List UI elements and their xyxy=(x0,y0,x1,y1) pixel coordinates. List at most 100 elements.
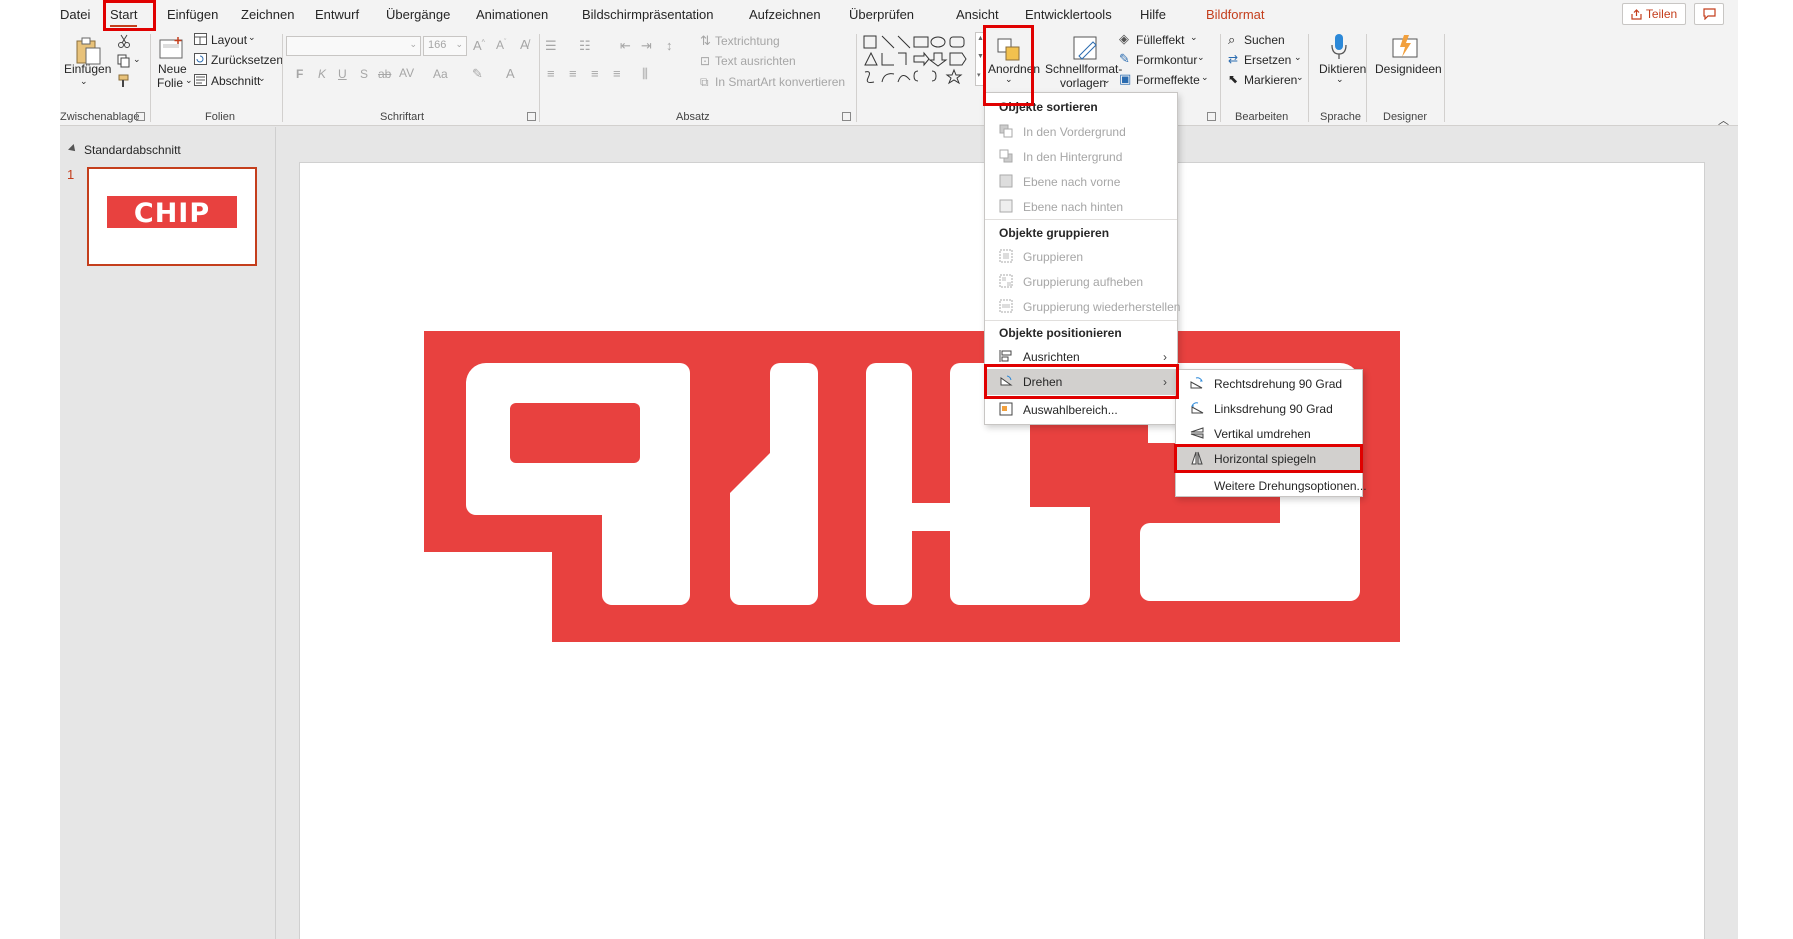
reset-button[interactable]: Zurücksetzen xyxy=(211,53,283,67)
section-button[interactable]: Abschnitt xyxy=(211,74,260,88)
copy-icon[interactable] xyxy=(117,54,131,68)
tab-start[interactable]: Start xyxy=(110,7,138,27)
layout-icon[interactable] xyxy=(194,33,207,45)
tab-bildschirmpraesentation[interactable]: Bildschirmpräsentation xyxy=(582,7,714,22)
menu-item-rotate-left-90[interactable]: Linksdrehung 90 Grad xyxy=(1176,396,1362,422)
layout-chevron-icon[interactable]: ⌄ xyxy=(248,32,256,43)
paste-dropdown-chevron-icon[interactable]: ⌄ xyxy=(80,76,88,87)
font-launcher-icon[interactable] xyxy=(527,112,536,121)
tab-bildformat[interactable]: Bildformat xyxy=(1206,7,1265,22)
character-spacing-button[interactable]: AV xyxy=(399,66,414,80)
align-left-icon[interactable]: ≡ xyxy=(547,66,555,81)
tab-ansicht[interactable]: Ansicht xyxy=(956,7,999,22)
cut-icon[interactable] xyxy=(117,34,131,48)
section-collapse-icon[interactable] xyxy=(68,144,78,154)
tab-zeichnen[interactable]: Zeichnen xyxy=(241,7,294,22)
decrease-indent-icon[interactable]: ⇤ xyxy=(620,38,631,54)
justify-icon[interactable]: ≡ xyxy=(613,66,621,81)
shape-fill-chevron-icon[interactable]: ⌄ xyxy=(1190,32,1198,43)
underline-button[interactable]: U xyxy=(338,67,347,81)
drawing-launcher-icon[interactable] xyxy=(1207,112,1216,121)
change-case-button[interactable]: Aa xyxy=(433,67,448,81)
font-size-combo[interactable]: 166 ⌄ xyxy=(423,36,467,56)
menu-item-ungroup[interactable]: Gruppierung aufheben xyxy=(985,269,1177,295)
grow-font-icon[interactable]: A^ xyxy=(473,38,485,53)
convert-smartart-button[interactable]: In SmartArt konvertieren xyxy=(715,75,845,89)
scroll-up-icon[interactable]: ▲ xyxy=(977,35,984,42)
font-color-icon[interactable]: A xyxy=(506,66,515,81)
shrink-font-icon[interactable]: Aˇ xyxy=(496,38,506,52)
section-icon[interactable] xyxy=(194,74,207,86)
tab-entwurf[interactable]: Entwurf xyxy=(315,7,359,22)
menu-item-bring-to-front[interactable]: In den Vordergrund xyxy=(985,119,1177,145)
align-text-icon[interactable]: ⊡ xyxy=(700,54,710,68)
shape-effects-chevron-icon[interactable]: ⌄ xyxy=(1201,72,1209,83)
numbering-icon[interactable]: ☷ xyxy=(579,38,591,54)
reset-slide-icon[interactable] xyxy=(194,53,207,65)
shape-effects-icon[interactable]: ▣ xyxy=(1119,71,1131,87)
strikethrough-button[interactable]: ab xyxy=(378,67,391,81)
align-center-icon[interactable]: ≡ xyxy=(569,66,577,81)
align-right-icon[interactable]: ≡ xyxy=(591,66,599,81)
select-chevron-icon[interactable]: ⌄ xyxy=(1296,72,1304,83)
replace-chevron-icon[interactable]: ⌄ xyxy=(1294,52,1302,63)
align-text-button[interactable]: Text ausrichten xyxy=(715,54,796,68)
quick-styles-icon[interactable] xyxy=(1071,34,1101,64)
text-direction-icon[interactable]: ⇅ xyxy=(700,33,711,49)
menu-item-align[interactable]: Ausrichten › xyxy=(985,344,1177,370)
quick-styles-chevron-icon[interactable]: ⌄ xyxy=(1103,75,1111,86)
menu-item-send-backward[interactable]: Ebene nach hinten xyxy=(985,194,1177,220)
design-ideas-icon[interactable] xyxy=(1390,33,1420,61)
shapes-gallery[interactable] xyxy=(862,34,974,86)
microphone-icon[interactable] xyxy=(1330,33,1348,61)
menu-item-flip-horizontal[interactable]: Horizontal spiegeln xyxy=(1176,446,1362,472)
bold-button[interactable]: F xyxy=(296,67,303,81)
smartart-icon[interactable]: ⧉ xyxy=(700,75,709,90)
paste-button[interactable]: Einfügen xyxy=(64,62,111,76)
tab-uebergaenge[interactable]: Übergänge xyxy=(386,7,450,22)
shape-outline-icon[interactable]: ✎ xyxy=(1119,51,1130,67)
columns-icon[interactable]: ⫼ xyxy=(642,66,648,82)
select-button[interactable]: Markieren xyxy=(1244,73,1297,87)
menu-item-selection-pane[interactable]: Auswahlbereich... xyxy=(985,397,1177,423)
arrange-chevron-icon[interactable]: ⌄ xyxy=(1005,74,1013,85)
clipboard-launcher-icon[interactable] xyxy=(136,112,145,121)
new-slide-icon[interactable] xyxy=(158,36,186,62)
text-direction-button[interactable]: Textrichtung xyxy=(715,34,780,48)
shape-outline-button[interactable]: Formkontur xyxy=(1136,53,1197,67)
design-ideas-button[interactable]: Designideen xyxy=(1375,62,1442,76)
scroll-down-icon[interactable]: ▼ xyxy=(977,53,984,60)
menu-item-flip-vertical[interactable]: Vertikal umdrehen xyxy=(1176,421,1362,447)
tab-einfuegen[interactable]: Einfügen xyxy=(167,7,218,22)
quick-styles-button-line2[interactable]: vorlagen xyxy=(1060,76,1106,90)
section-chevron-icon[interactable]: ⌄ xyxy=(258,73,266,84)
dictate-chevron-icon[interactable]: ⌄ xyxy=(1336,74,1344,85)
menu-item-rotate-right-90[interactable]: Rechtsdrehung 90 Grad xyxy=(1176,371,1362,397)
highlight-color-icon[interactable]: ✎ xyxy=(472,66,483,82)
line-spacing-icon[interactable]: ↕ xyxy=(666,38,673,53)
menu-item-more-rotation-options[interactable]: Weitere Drehungsoptionen... xyxy=(1176,473,1367,499)
layout-button[interactable]: Layout xyxy=(211,33,247,47)
increase-indent-icon[interactable]: ⇥ xyxy=(641,38,652,54)
replace-button[interactable]: Ersetzen xyxy=(1244,53,1291,67)
select-icon[interactable]: ⬉ xyxy=(1228,72,1238,86)
menu-item-group[interactable]: Gruppieren xyxy=(985,244,1177,270)
format-painter-icon[interactable] xyxy=(117,74,131,88)
shape-fill-icon[interactable]: ◈ xyxy=(1119,31,1129,47)
shape-fill-button[interactable]: Fülleffekt xyxy=(1136,33,1184,47)
tab-datei[interactable]: Datei xyxy=(60,7,90,22)
tab-animationen[interactable]: Animationen xyxy=(476,7,548,22)
font-family-combo[interactable]: ⌄ xyxy=(286,36,421,56)
menu-item-rotate[interactable]: Drehen › xyxy=(985,369,1177,395)
quick-styles-button[interactable]: Schnellformat- xyxy=(1045,62,1122,76)
shape-outline-chevron-icon[interactable]: ⌄ xyxy=(1197,52,1205,63)
new-slide-button[interactable]: Neue xyxy=(158,62,187,76)
paragraph-launcher-icon[interactable] xyxy=(842,112,851,121)
arrange-icon[interactable] xyxy=(995,36,1023,64)
new-slide-chevron-icon[interactable]: ⌄ xyxy=(185,75,193,86)
replace-icon[interactable]: ⇄ xyxy=(1228,52,1238,66)
shape-effects-button[interactable]: Formeffekte xyxy=(1136,73,1200,87)
collapse-ribbon-icon[interactable]: ︿ xyxy=(1718,112,1729,128)
find-icon[interactable]: ⌕ xyxy=(1228,32,1235,48)
menu-item-bring-forward[interactable]: Ebene nach vorne xyxy=(985,169,1177,195)
